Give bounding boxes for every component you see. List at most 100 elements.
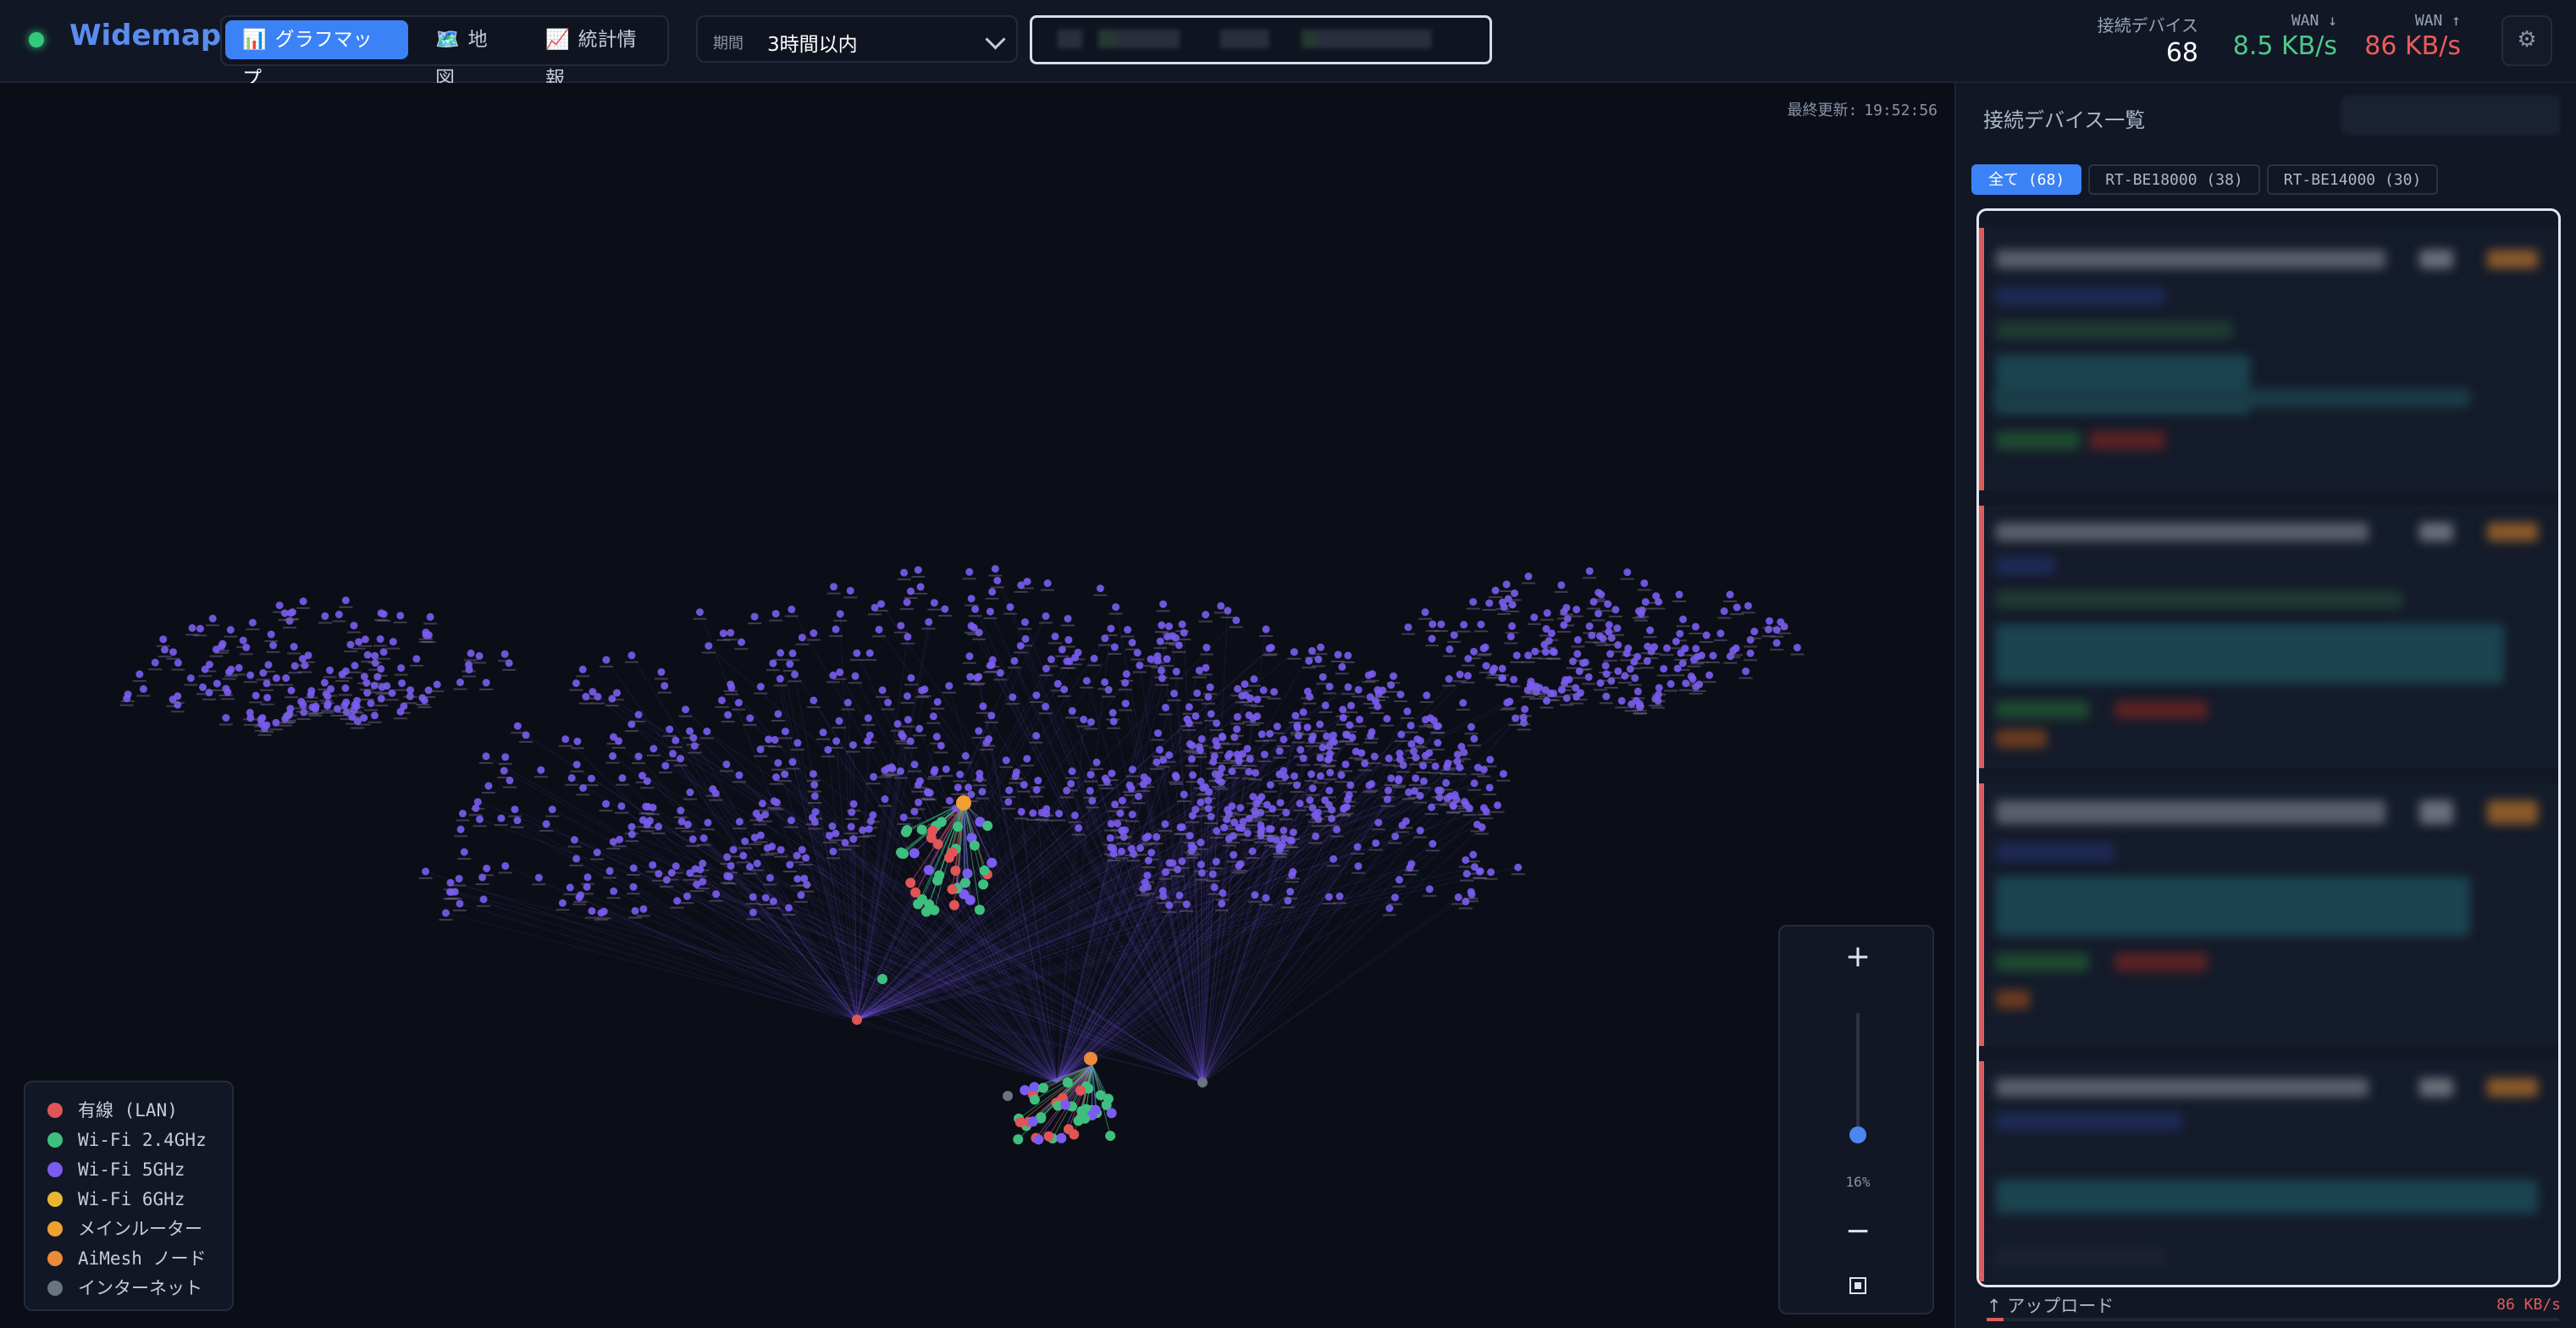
device-card[interactable]: [1979, 228, 2558, 490]
zoom-in-button[interactable]: +: [1841, 940, 1875, 974]
device-node: [1197, 869, 1206, 877]
device-node: [248, 618, 257, 627]
device-node-label: [1329, 835, 1344, 838]
device-node-label: [1770, 649, 1784, 651]
device-node: [1027, 1116, 1038, 1127]
device-node: [282, 674, 290, 683]
device-node-label: [777, 780, 792, 783]
device-node-label: [1264, 653, 1279, 656]
device-node-label: [268, 728, 283, 731]
wired-indicator: [1979, 228, 1984, 490]
device-node: [634, 752, 643, 761]
device-node-label: [1407, 796, 1422, 799]
device-node: [582, 693, 590, 701]
device-node: [1128, 639, 1136, 647]
zoom-slider-handle[interactable]: [1849, 1126, 1866, 1143]
device-node: [1366, 693, 1374, 701]
device-node: [1530, 613, 1539, 622]
device-node: [1506, 633, 1515, 641]
device-node: [1595, 589, 1603, 597]
settings-button[interactable]: ⚙: [2501, 15, 2552, 66]
device-node: [1356, 716, 1364, 724]
device-node-label: [1633, 712, 1647, 715]
device-node: [1677, 649, 1685, 657]
device-node: [1324, 755, 1333, 763]
device-node: [643, 777, 651, 785]
device-node-label: [874, 610, 888, 612]
device-node: [1063, 1124, 1074, 1135]
device-node: [1189, 771, 1197, 779]
device-card[interactable]: [1979, 1061, 2558, 1281]
fit-view-icon[interactable]: [1848, 1275, 1868, 1296]
device-node-label: [828, 839, 843, 842]
device-card[interactable]: [1979, 506, 2558, 768]
device-node: [1055, 810, 1064, 818]
device-node-label: [1471, 773, 1485, 776]
device-list[interactable]: [1976, 208, 2561, 1287]
device-node-label: [732, 781, 746, 783]
device-node: [370, 681, 379, 689]
device-node: [765, 735, 773, 744]
zoom-level: 16%: [1845, 1174, 1871, 1190]
device-node: [1230, 733, 1239, 742]
device-node-label: [1473, 630, 1488, 633]
device-node: [1429, 620, 1437, 628]
device-node-label: [457, 858, 472, 860]
device-node: [501, 861, 510, 870]
tab-graph-map[interactable]: 📊 グラフマップ: [225, 20, 408, 90]
graph-edge: [1202, 872, 1294, 1083]
device-node-label: [1167, 699, 1181, 701]
device-node: [1506, 697, 1514, 706]
device-node: [1023, 578, 1031, 586]
device-node: [1165, 859, 1174, 867]
device-list-panel: 接続デバイス一覧 全て (68) RT-BE18000 (38) RT-BE1400…: [1954, 83, 2576, 1328]
zoom-out-button[interactable]: −: [1841, 1215, 1875, 1248]
device-node: [298, 655, 307, 663]
filter-rt-be14000[interactable]: RT-BE14000 (30): [2266, 164, 2439, 195]
device-node: [566, 883, 574, 892]
device-node: [1470, 647, 1479, 656]
device-node-label: [1172, 650, 1186, 653]
device-node-label: [1542, 646, 1556, 649]
device-node-label: [1456, 708, 1470, 711]
device-node-label: [765, 852, 779, 855]
device-node-label: [738, 847, 752, 849]
tab-map[interactable]: 🗺️ 地図: [418, 20, 520, 90]
device-node: [1212, 857, 1220, 866]
device-node: [1317, 643, 1325, 651]
device-node-label: [570, 770, 584, 772]
network-graph[interactable]: [0, 83, 1954, 1328]
device-node: [1353, 843, 1362, 851]
network-graph-canvas[interactable]: 最終更新: 19:52:56 有線 (LAN) Wi-Fi 2.4GHz Wi-F…: [0, 83, 1954, 1328]
device-node-label: [1097, 644, 1112, 646]
device-node-label: [937, 615, 952, 617]
device-node: [1643, 657, 1651, 666]
device-node: [1172, 773, 1180, 782]
device-node: [832, 737, 841, 745]
device-node: [683, 892, 691, 900]
device-node: [501, 753, 510, 761]
device-search-input[interactable]: [1030, 15, 1492, 64]
device-node-label: [1155, 683, 1169, 686]
tab-statistics[interactable]: 📈 統計情報: [528, 20, 664, 90]
device-node-label: [373, 645, 388, 647]
zoom-slider-track[interactable]: [1856, 1013, 1860, 1138]
device-node-label: [1185, 765, 1199, 767]
filter-rt-be18000[interactable]: RT-BE18000 (38): [2088, 164, 2260, 195]
graph-edge: [1202, 711, 1408, 1083]
device-node-label: [1393, 765, 1407, 767]
device-card[interactable]: [1979, 783, 2558, 1046]
device-node-label: [590, 702, 605, 705]
redacted-content: [2114, 953, 2208, 971]
device-node: [482, 678, 490, 687]
device-node-label: [1545, 639, 1559, 641]
device-node-label: [1180, 910, 1194, 912]
redacted-content: [2419, 1078, 2453, 1097]
filter-all[interactable]: 全て (68): [1971, 164, 2082, 195]
period-select[interactable]: 期間 3時間以内: [696, 15, 1018, 63]
device-node: [1280, 772, 1289, 781]
device-node-label: [1304, 780, 1318, 783]
device-node: [930, 599, 938, 607]
device-node: [669, 750, 677, 758]
device-node: [1531, 647, 1540, 656]
